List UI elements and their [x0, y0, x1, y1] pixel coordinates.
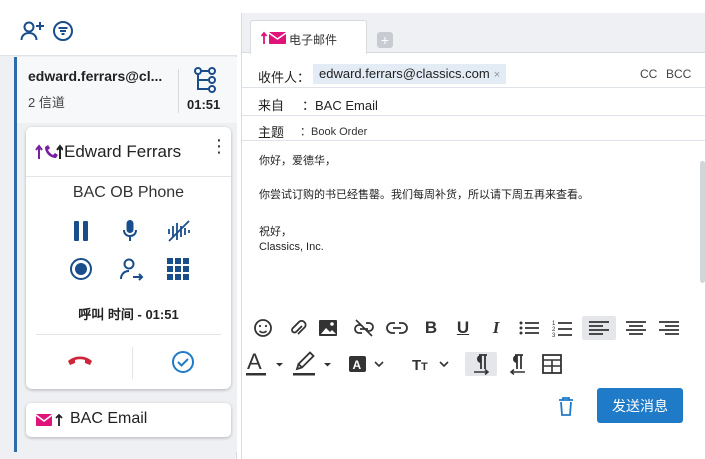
svg-text:A: A — [247, 350, 262, 374]
body-line: 祝好， — [259, 226, 292, 238]
unlink-icon[interactable] — [352, 317, 376, 339]
queue-name: BAC OB Phone — [72, 184, 185, 201]
add-tab-icon[interactable]: + — [377, 32, 393, 48]
svg-text:T: T — [421, 361, 428, 373]
add-contact-icon[interactable] — [20, 20, 46, 42]
email-channel-label: BAC Email — [70, 410, 148, 427]
to-label: 收件人： — [258, 70, 311, 85]
font-size-icon[interactable]: TT — [412, 353, 454, 375]
from-label: 来自 — [258, 98, 285, 113]
divider — [132, 347, 133, 379]
table-icon[interactable] — [540, 352, 564, 376]
email-inbound-icon — [36, 413, 64, 427]
recipient-address: edward.ferrars@classics.com — [319, 66, 490, 81]
underline-icon[interactable]: U — [452, 317, 474, 339]
svg-text:A: A — [353, 358, 362, 372]
record-icon[interactable] — [69, 257, 93, 281]
svg-text:3: 3 — [552, 333, 556, 337]
body-scrollbar[interactable] — [700, 161, 705, 283]
contact-name: Edward Ferrars — [64, 142, 182, 161]
send-message-button[interactable]: 发送消息 — [597, 388, 683, 423]
conversation-email: edward.ferrars@cl... — [28, 68, 163, 84]
tab-label: 电子邮件 — [289, 33, 338, 47]
ltr-paragraph-icon[interactable] — [465, 352, 497, 376]
align-right-icon[interactable] — [657, 317, 681, 339]
transfer-tree-icon[interactable] — [193, 67, 217, 93]
link-icon[interactable] — [385, 317, 409, 339]
divider — [26, 176, 231, 177]
transfer-user-icon[interactable] — [119, 257, 145, 283]
body-line: 你好，爱德华， — [259, 155, 336, 167]
left-panel: edward.ferrars@cl... 2 信道 01:51 Edward F… — [0, 0, 237, 459]
to-row: 收件人： edward.ferrars@classics.com × CC BCC — [242, 60, 705, 88]
conversation-timer: 01:51 — [187, 97, 221, 112]
subject-value: ：Book Order — [300, 126, 368, 138]
complete-check-icon[interactable] — [171, 350, 195, 374]
trash-icon[interactable] — [556, 395, 576, 417]
numbered-list-icon[interactable]: 123 — [550, 317, 574, 339]
email-body[interactable]: 你好，爱德华， 你尝试订购的书已经售罄。我们每周补货，所以请下周五再来查看。 祝… — [242, 142, 705, 312]
active-conversation: edward.ferrars@cl... 2 信道 01:51 Edward F… — [14, 57, 237, 452]
audio-off-icon[interactable] — [166, 219, 192, 243]
call-timer: 呼叫 时间 - 01:51 — [78, 307, 179, 322]
divider — [36, 334, 221, 335]
body-line: Classics, Inc. — [259, 241, 324, 253]
subject-label: 主题 — [258, 125, 285, 140]
microphone-icon[interactable] — [122, 219, 138, 243]
background-color-icon[interactable]: A — [348, 353, 390, 375]
italic-icon[interactable]: I — [485, 317, 507, 339]
divider — [178, 69, 179, 113]
pause-icon[interactable] — [71, 219, 91, 243]
cc-button[interactable]: CC — [640, 67, 657, 81]
tab-bar: 电子邮件 + — [242, 13, 705, 54]
align-left-icon[interactable] — [582, 316, 616, 340]
svg-text:T: T — [412, 357, 421, 374]
email-tab-icon — [261, 31, 287, 45]
recipient-chip[interactable]: edward.ferrars@classics.com × — [313, 64, 507, 84]
bcc-button[interactable]: BCC — [666, 67, 691, 81]
bulleted-list-icon[interactable] — [517, 317, 541, 339]
remove-recipient-icon[interactable]: × — [494, 69, 500, 81]
filter-icon[interactable] — [52, 20, 74, 42]
from-row[interactable]: 来自 ：BAC Email — [242, 89, 705, 116]
tab-email[interactable]: 电子邮件 — [250, 20, 367, 54]
call-direction-icon — [35, 142, 63, 162]
rtl-paragraph-icon[interactable] — [505, 352, 531, 376]
call-card: Edward Ferrars ⋮ BAC OB Phone 呼叫 时间 - 01… — [26, 127, 231, 389]
email-channel-card[interactable]: BAC Email — [26, 403, 231, 437]
font-color-icon[interactable]: A — [245, 350, 285, 378]
attachment-icon[interactable] — [287, 317, 309, 339]
subject-row[interactable]: 主题 ：Book Order — [242, 117, 705, 141]
from-value: ：BAC Email — [302, 98, 378, 113]
more-options-icon[interactable]: ⋮ — [210, 137, 228, 155]
image-icon[interactable] — [317, 317, 339, 339]
highlight-color-icon[interactable] — [292, 350, 334, 378]
align-center-icon[interactable] — [624, 317, 648, 339]
keypad-icon[interactable] — [166, 257, 190, 281]
email-composer: 电子邮件 + 收件人： edward.ferrars@classics.com ×… — [241, 13, 705, 459]
emoji-icon[interactable] — [252, 317, 274, 339]
channel-count: 2 信道 — [28, 95, 65, 110]
hang-up-icon[interactable] — [66, 352, 94, 368]
bold-icon[interactable]: B — [420, 317, 442, 339]
left-toolbar — [0, 0, 237, 56]
body-line: 你尝试订购的书已经售罄。我们每周补货，所以请下周五再来查看。 — [259, 189, 589, 201]
conversation-header[interactable]: edward.ferrars@cl... 2 信道 01:51 — [17, 57, 237, 123]
